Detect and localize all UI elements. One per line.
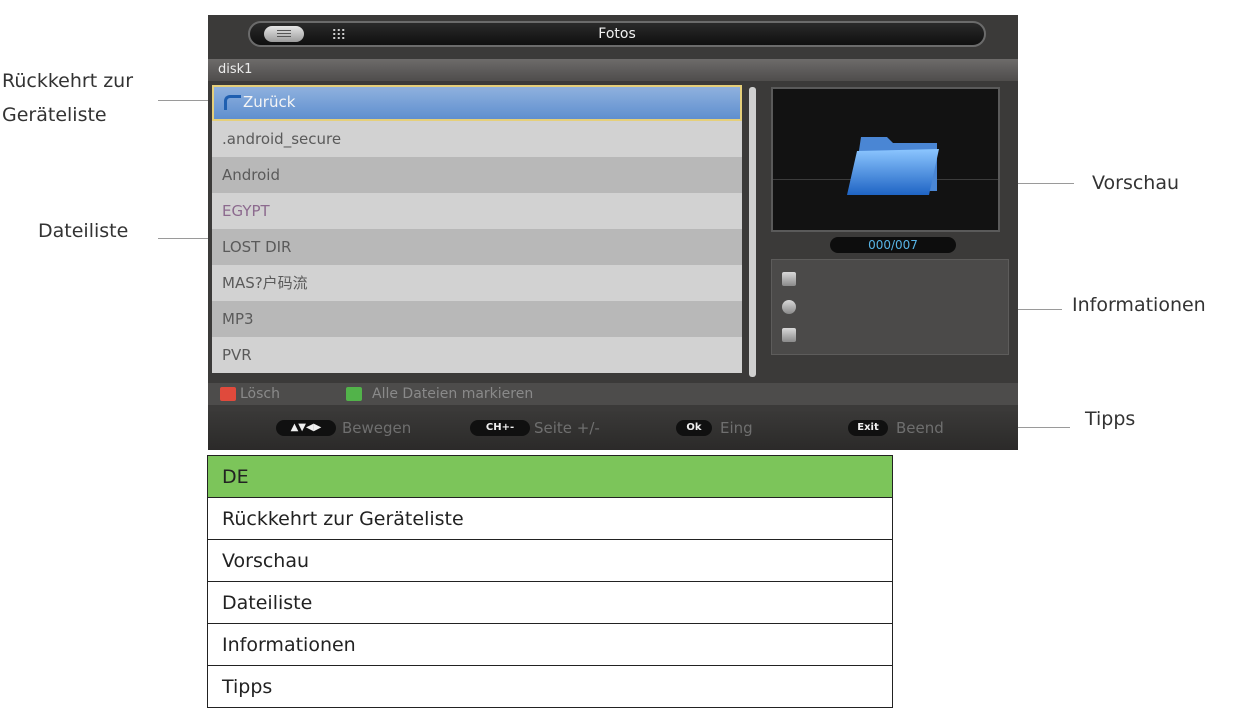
callout-tips: Tipps [1085, 408, 1136, 430]
tv-screen: Fotos disk1 Zurück .android_secure Andro… [208, 15, 1018, 450]
file-label: MAS?户码流 [222, 274, 308, 292]
file-row[interactable]: LOST DIR [212, 229, 742, 265]
callout-back-line1: Rückkehrt zur [2, 70, 134, 92]
legend-table: DE Rückkehrt zur Geräteliste Vorschau Da… [207, 455, 893, 708]
table-cell: Vorschau [207, 539, 893, 582]
file-row[interactable]: .android_secure [212, 121, 742, 157]
file-label: Zurück [243, 93, 296, 111]
path-bar: disk1 [208, 59, 1018, 81]
callout-file-list: Dateiliste [38, 220, 129, 242]
callout-preview: Vorschau [1092, 172, 1180, 194]
color-key-bar: Lösch Alle Dateien markieren [208, 383, 1018, 405]
back-arrow-icon [224, 95, 241, 110]
file-label: LOST DIR [222, 238, 292, 256]
file-row-back[interactable]: Zurück [212, 85, 742, 121]
file-row[interactable]: EGYPT [212, 193, 742, 229]
mark-all-label: Alle Dateien markieren [372, 386, 534, 402]
table-cell: Dateiliste [207, 581, 893, 624]
folder-icon [847, 137, 939, 195]
table-cell: Tipps [207, 665, 893, 708]
file-label: PVR [222, 346, 252, 364]
file-list-scrollbar[interactable] [749, 87, 756, 377]
table-row: Vorschau [207, 539, 893, 582]
table-header-cell: DE [207, 455, 893, 498]
file-list: Zurück .android_secure Android EGYPT LOS… [208, 85, 746, 380]
table-cell: Rückkehrt zur Geräteliste [207, 497, 893, 540]
tips-bar: ▲▼◀▶ Bewegen CH+- Seite +/- Ok Eing Exit… [208, 411, 1018, 450]
table-row: Tipps [207, 665, 893, 708]
file-label: MP3 [222, 310, 254, 328]
file-label: Android [222, 166, 280, 184]
callout-back-line2: Geräteliste [2, 104, 107, 126]
screen-title: Fotos [598, 26, 636, 42]
leader-line-preview [1018, 183, 1074, 184]
green-key-icon[interactable] [346, 387, 362, 401]
file-row[interactable]: Android [212, 157, 742, 193]
tip-page-label: Seite +/- [534, 419, 600, 437]
current-path: disk1 [218, 62, 253, 77]
size-icon [782, 328, 796, 342]
information-pane [771, 259, 1009, 355]
item-counter: 000/007 [830, 237, 956, 253]
table-row: Rückkehrt zur Geräteliste [207, 497, 893, 540]
leader-line-back [158, 100, 208, 101]
leader-line-information [1018, 309, 1062, 310]
disc-icon [782, 300, 796, 314]
file-row[interactable]: MAS?户码流 [212, 265, 742, 301]
file-row[interactable]: PVR [212, 337, 742, 373]
exit-key-pill: Exit [848, 420, 888, 436]
table-row: Dateiliste [207, 581, 893, 624]
file-label: EGYPT [222, 202, 270, 220]
red-key-icon[interactable] [220, 387, 236, 401]
table-cell: Informationen [207, 623, 893, 666]
file-label: .android_secure [222, 130, 342, 148]
tip-exit-label: Beend [896, 419, 944, 437]
callout-information: Informationen [1072, 294, 1206, 316]
delete-label: Lösch [240, 386, 280, 402]
resolution-icon [782, 272, 796, 286]
ch-key-pill: CH+- [470, 420, 530, 436]
ok-key-pill: Ok [676, 420, 712, 436]
tip-move-label: Bewegen [342, 419, 412, 437]
leader-line-tips [1018, 427, 1070, 428]
title-bar: Fotos [248, 21, 986, 47]
callout-back-to-device-list: Rückkehrt zur Geräteliste [2, 64, 133, 132]
leader-line-file-list [158, 238, 208, 239]
file-row[interactable]: MP3 [212, 301, 742, 337]
table-row: Informationen [207, 623, 893, 666]
table-header-row: DE [207, 455, 893, 498]
tip-enter-label: Eing [720, 419, 753, 437]
preview-pane [771, 87, 1000, 232]
arrows-key-pill: ▲▼◀▶ [276, 420, 336, 436]
